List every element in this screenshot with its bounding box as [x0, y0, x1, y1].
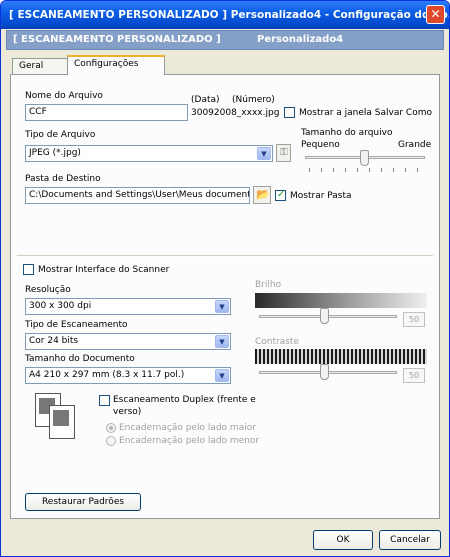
- file-name-input[interactable]: CCF: [25, 104, 188, 121]
- file-name-example: 30092008_xxxx.jpg: [191, 108, 280, 118]
- file-type-select[interactable]: JPEG (*.jpg) ▼: [25, 145, 273, 162]
- show-scanner-interface-checkbox[interactable]: [23, 264, 34, 275]
- scan-type-value: Cor 24 bits: [29, 336, 79, 346]
- ok-button[interactable]: OK: [313, 530, 373, 550]
- window-title: [ ESCANEAMENTO PERSONALIZADO ] Personali…: [9, 9, 450, 21]
- key-icon: ⚿: [280, 147, 288, 158]
- doc-size-select[interactable]: A4 210 x 297 mm (8.3 x 11.7 pol.) ▼: [25, 367, 231, 384]
- tab-geral[interactable]: Geral: [12, 58, 68, 74]
- tab-geral-label: Geral: [19, 61, 44, 71]
- restore-defaults-button[interactable]: Restaurar Padrões: [25, 493, 141, 511]
- file-size-small-label: Pequeno: [301, 140, 340, 150]
- contrast-value[interactable]: 50: [403, 368, 425, 383]
- dialog-window: [ ESCANEAMENTO PERSONALIZADO ] Personali…: [0, 0, 450, 557]
- number-label: (Número): [232, 95, 275, 105]
- profile-banner: [ ESCANEAMENTO PERSONALIZADO ] Personali…: [6, 30, 444, 50]
- section-divider: [17, 255, 433, 257]
- date-label: (Data): [191, 95, 220, 105]
- binding-short-radio[interactable]: [106, 436, 116, 446]
- cancel-button[interactable]: Cancelar: [379, 530, 441, 550]
- brightness-gradient: [255, 293, 427, 308]
- resolution-value: 300 x 300 dpi: [29, 301, 92, 311]
- browse-folder-button[interactable]: 📂: [253, 186, 271, 204]
- title-bar[interactable]: [ ESCANEAMENTO PERSONALIZADO ] Personali…: [1, 1, 449, 29]
- tab-configuracoes[interactable]: Configurações: [67, 55, 165, 75]
- resolution-label: Resolução: [25, 285, 71, 295]
- contrast-slider-thumb[interactable]: [320, 364, 329, 380]
- binding-long-label: Encadernação pelo lado maior: [119, 423, 256, 433]
- file-name-label: Nome do Arquivo: [25, 91, 103, 101]
- destination-input[interactable]: C:\Documents and Settings\User\Meus docu…: [25, 187, 250, 204]
- duplex-pages-icon: [35, 393, 77, 441]
- file-size-slider-thumb[interactable]: [360, 150, 369, 166]
- binding-short-label: Encadernação pelo lado menor: [119, 436, 260, 446]
- close-button[interactable]: ✕: [426, 5, 445, 24]
- file-type-value: JPEG (*.jpg): [29, 148, 81, 158]
- duplex-label-line1: Escaneamento Duplex (frente e: [113, 395, 256, 405]
- doc-size-label: Tamanho do Documento: [25, 354, 135, 364]
- file-size-ticks: [309, 168, 421, 172]
- duplex-label-line2: verso): [113, 407, 142, 417]
- doc-size-value: A4 210 x 297 mm (8.3 x 11.7 pol.): [29, 370, 185, 380]
- tab-configuracoes-label: Configurações: [74, 59, 139, 69]
- duplex-checkbox[interactable]: [99, 395, 110, 406]
- show-scanner-interface-label: Mostrar Interface do Scanner: [38, 265, 170, 275]
- show-folder-checkbox[interactable]: [275, 189, 286, 201]
- show-save-as-checkbox[interactable]: [284, 107, 295, 118]
- brightness-value[interactable]: 50: [403, 312, 425, 327]
- brightness-slider-thumb[interactable]: [320, 308, 329, 324]
- contrast-label: Contraste: [255, 337, 299, 347]
- banner-section: [ ESCANEAMENTO PERSONALIZADO ]: [13, 34, 221, 45]
- file-size-large-label: Grande: [398, 140, 432, 150]
- chevron-down-icon[interactable]: ▼: [215, 369, 229, 382]
- close-icon: ✕: [430, 7, 441, 21]
- show-save-as-label: Mostrar a janela Salvar Como: [299, 108, 432, 118]
- chevron-down-icon[interactable]: ▼: [257, 147, 271, 160]
- folder-icon: 📂: [256, 188, 270, 201]
- banner-profile: Personalizado4: [257, 34, 344, 45]
- resolution-select[interactable]: 300 x 300 dpi ▼: [25, 298, 231, 315]
- scan-type-select[interactable]: Cor 24 bits ▼: [25, 333, 231, 350]
- file-type-label: Tipo de Arquivo: [25, 130, 96, 140]
- brightness-label: Brilho: [255, 280, 282, 290]
- settings-panel: Nome do Arquivo CCF (Data) (Número) 3009…: [10, 74, 440, 519]
- scan-type-label: Tipo de Escaneamento: [25, 320, 128, 330]
- binding-long-radio[interactable]: [106, 423, 116, 433]
- file-type-settings-button[interactable]: ⚿: [276, 144, 291, 162]
- chevron-down-icon[interactable]: ▼: [215, 300, 229, 313]
- file-size-label: Tamanho do arquivo: [301, 128, 393, 138]
- show-folder-label: Mostrar Pasta: [290, 191, 352, 201]
- chevron-down-icon[interactable]: ▼: [215, 335, 229, 348]
- contrast-pattern: [255, 349, 427, 364]
- destination-label: Pasta de Destino: [25, 174, 101, 184]
